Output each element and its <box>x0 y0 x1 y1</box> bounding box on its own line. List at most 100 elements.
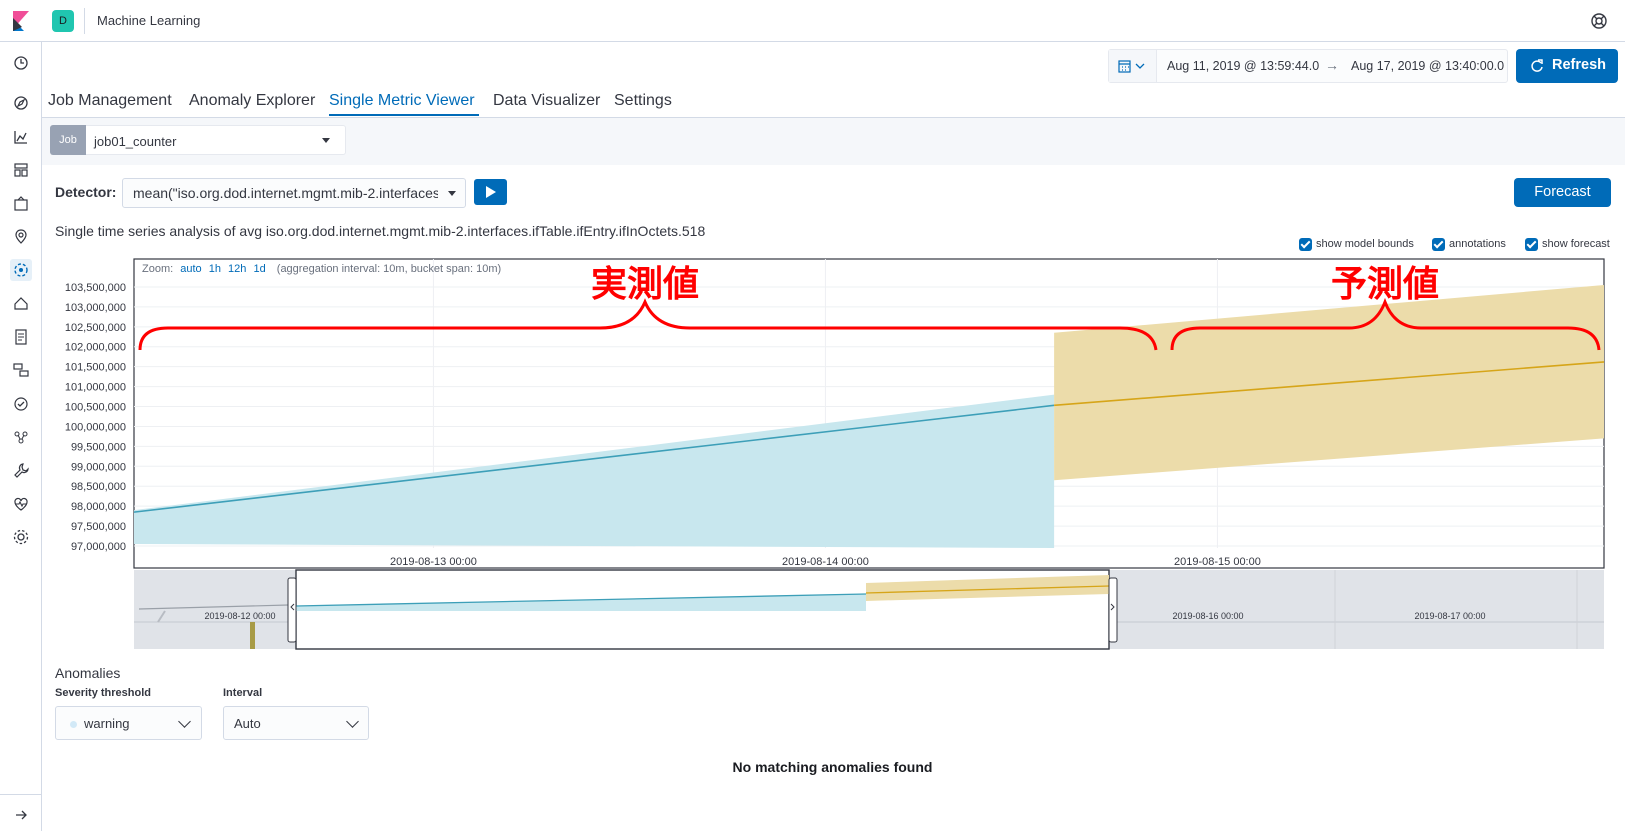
checkbox-label: annotations <box>1449 238 1506 250</box>
date-end[interactable]: Aug 17, 2019 @ 13:40:00.0 <box>1351 59 1504 73</box>
zoom-option-auto[interactable]: auto <box>180 263 201 275</box>
y-tick-label: 101,000,000 <box>65 382 126 394</box>
checkbox-checked-icon <box>1525 238 1538 251</box>
detector-label: Detector: <box>55 184 117 200</box>
logs-icon[interactable] <box>10 326 32 348</box>
series-title: Single time series analysis of avg iso.o… <box>55 223 706 239</box>
severity-threshold-label: Severity threshold <box>55 687 151 699</box>
aggregation-info: (aggregation interval: 10m, bucket span:… <box>276 263 502 275</box>
header-divider <box>84 8 85 34</box>
chevron-down-icon <box>178 715 191 728</box>
tab-settings[interactable]: Settings <box>614 92 672 110</box>
zoom-controls: Zoom: auto 1h 12h 1d (aggregation interv… <box>142 263 501 275</box>
dashboard-icon[interactable] <box>10 159 32 181</box>
tab-data-visualizer[interactable]: Data Visualizer <box>493 92 600 110</box>
forecast-value-annotation: 予測値 <box>1331 264 1439 305</box>
maps-icon[interactable] <box>10 226 32 248</box>
y-tick-label: 101,500,000 <box>65 362 126 374</box>
nav-divider <box>0 794 42 795</box>
zoom-option-12h[interactable]: 12h <box>228 263 246 275</box>
job-label: Job <box>50 125 86 155</box>
tab-single-metric-viewer[interactable]: Single Metric Viewer <box>329 92 475 110</box>
y-tick-label: 102,000,000 <box>65 342 126 354</box>
active-tab-underline <box>329 114 479 116</box>
refresh-icon <box>1531 59 1543 72</box>
monitoring-icon[interactable] <box>10 493 32 515</box>
visualize-icon[interactable] <box>10 126 32 148</box>
top-header: D Machine Learning <box>0 0 1625 42</box>
y-tick-label: 98,000,000 <box>71 501 126 513</box>
y-tick-label: 97,500,000 <box>71 521 126 533</box>
severity-value: warning <box>84 716 130 731</box>
collapse-nav-icon[interactable] <box>10 804 32 826</box>
chevron-down-icon <box>346 715 359 728</box>
y-tick-label: 97,000,000 <box>71 541 126 553</box>
detector-value: mean("iso.org.dod.internet.mgmt.mib-2.in… <box>133 185 438 201</box>
space-avatar[interactable]: D <box>52 10 74 32</box>
y-tick-label: 99,500,000 <box>71 441 126 453</box>
refresh-label: Refresh <box>1552 57 1606 73</box>
zoom-label: Zoom: <box>142 263 174 275</box>
interval-label: Interval <box>223 687 263 699</box>
y-tick-label: 99,000,000 <box>71 461 126 473</box>
run-detector-button[interactable] <box>474 179 507 205</box>
tab-job-management[interactable]: Job Management <box>48 92 172 110</box>
brush-handle-right[interactable] <box>1108 577 1118 643</box>
caret-down-icon <box>448 191 456 196</box>
job-value: job01_counter <box>94 134 177 149</box>
x-tick-label: 2019-08-15 00:00 <box>1174 556 1261 568</box>
context-tick-label: 2019-08-17 00:00 <box>1414 611 1485 621</box>
date-picker[interactable]: Aug 11, 2019 @ 13:59:44.0 → Aug 17, 2019… <box>1108 49 1508 83</box>
y-tick-label: 100,000,000 <box>65 421 126 433</box>
dev-tools-icon[interactable] <box>10 460 32 482</box>
zoom-option-1d[interactable]: 1d <box>253 263 265 275</box>
job-selector-bar: Job job01_counter <box>42 117 1625 165</box>
context-tick-label: 2019-08-16 00:00 <box>1172 611 1243 621</box>
y-tick-label: 103,000,000 <box>65 302 126 314</box>
date-arrow: → <box>1325 57 1339 73</box>
checkbox-checked-icon <box>1432 238 1445 251</box>
breadcrumb-app-title[interactable]: Machine Learning <box>97 13 200 28</box>
checkbox-checked-icon <box>1299 238 1312 251</box>
interval-select[interactable]: Auto <box>223 706 369 740</box>
detector-select[interactable]: mean("iso.org.dod.internet.mgmt.mib-2.in… <box>122 178 466 208</box>
checkbox-label: show model bounds <box>1316 238 1414 250</box>
date-start[interactable]: Aug 11, 2019 @ 13:59:44.0 <box>1167 59 1319 73</box>
discover-icon[interactable] <box>10 92 32 114</box>
help-icon[interactable] <box>1588 10 1610 32</box>
zoom-option-1h[interactable]: 1h <box>209 263 221 275</box>
actual-value-annotation: 実測値 <box>591 264 699 305</box>
forecast-button[interactable]: Forecast <box>1514 178 1611 207</box>
infrastructure-icon[interactable] <box>10 292 32 314</box>
context-tick-label: 2019-08-12 00:00 <box>204 611 275 621</box>
kibana-logo[interactable] <box>10 10 32 32</box>
caret-down-icon <box>322 138 330 143</box>
job-select[interactable]: job01_counter <box>86 125 346 155</box>
play-icon <box>486 186 496 198</box>
interval-value: Auto <box>234 716 261 731</box>
severity-dot-icon <box>70 721 77 728</box>
y-axis-labels: 97,000,000 97,500,000 98,000,000 98,500,000… <box>65 282 126 553</box>
uptime-icon[interactable] <box>10 393 32 415</box>
brush-handle-left[interactable] <box>287 577 297 643</box>
quick-select-button[interactable] <box>1109 50 1157 82</box>
no-anomalies-message: No matching anomalies found <box>732 759 933 775</box>
y-tick-label: 102,500,000 <box>65 322 126 334</box>
management-icon[interactable] <box>10 526 32 548</box>
calendar-icon <box>1118 60 1145 73</box>
y-tick-label: 100,500,000 <box>65 402 126 414</box>
tab-anomaly-explorer[interactable]: Anomaly Explorer <box>189 92 315 110</box>
canvas-icon[interactable] <box>10 193 32 215</box>
anomalies-title: Anomalies <box>55 665 121 681</box>
side-nav <box>0 42 42 831</box>
apm-icon[interactable] <box>10 359 32 381</box>
context-annotation-marker[interactable] <box>250 622 255 649</box>
graph-icon[interactable] <box>10 426 32 448</box>
severity-threshold-select[interactable]: warning <box>55 706 202 740</box>
refresh-button[interactable]: Refresh <box>1516 49 1618 83</box>
machine-learning-icon[interactable] <box>10 259 32 281</box>
x-tick-label: 2019-08-14 00:00 <box>782 556 869 568</box>
checkbox-label: show forecast <box>1542 238 1610 250</box>
y-tick-label: 98,500,000 <box>71 481 126 493</box>
recent-icon[interactable] <box>10 52 32 74</box>
